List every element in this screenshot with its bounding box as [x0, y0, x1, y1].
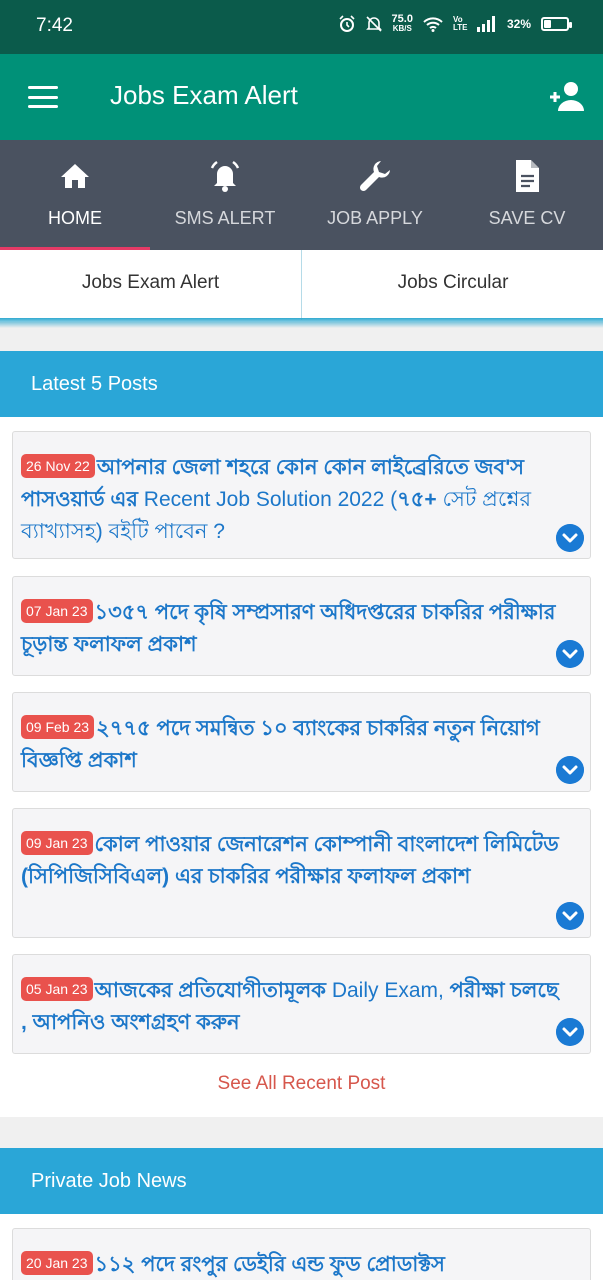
hamburger-menu-icon[interactable]: [28, 86, 58, 108]
nav-label-sms-alert: SMS ALERT: [174, 208, 276, 228]
section-header-latest: Latest 5 Posts: [0, 351, 603, 417]
top-nav: HOME SMS ALERT JOB APPLY SAVE CV: [0, 140, 603, 250]
post-date-badge: 09 Jan 23: [21, 831, 93, 855]
post-date-badge: 20 Jan 23: [21, 1251, 93, 1275]
bell-icon: [210, 160, 240, 192]
post-date-badge: 07 Jan 23: [21, 599, 93, 623]
post-card[interactable]: 26 Nov 22 আপনার জেলা শহরে কোন কোন লাইব্রে…: [12, 431, 591, 559]
chevron-down-icon[interactable]: [556, 902, 584, 930]
document-icon: [516, 160, 539, 192]
section-header-private: Private Job News: [0, 1148, 603, 1214]
net-speed-unit: KB/S: [392, 24, 412, 33]
battery-icon: [541, 17, 572, 31]
post-date-badge: 05 Jan 23: [21, 977, 93, 1001]
status-time: 7:42: [36, 15, 73, 36]
latest-posts-section: Latest 5 Posts 26 Nov 22 আপনার জেলা শহরে …: [0, 351, 603, 1117]
wifi-icon: [423, 17, 443, 32]
post-title-text: আজকের প্রতিযোগীতামূলক: [94, 979, 326, 1002]
home-icon: [61, 164, 89, 188]
post-title-text: ৭৫+: [397, 488, 437, 511]
post-title: 26 Nov 22 আপনার জেলা শহরে কোন কোন লাইব্রে…: [21, 452, 560, 548]
see-all-link[interactable]: See All Recent Post: [0, 1073, 603, 1095]
post-title-text: ২৭৭৫ পদে সমন্বিত ১০ ব্যাংকের চাকরির নতুন…: [21, 717, 540, 772]
nav-item-home[interactable]: HOME: [0, 140, 150, 250]
battery-percent: 32%: [506, 17, 531, 31]
nav-label-job-apply: JOB APPLY: [327, 208, 423, 228]
volte-label: Vo LTE: [452, 15, 468, 32]
post-card[interactable]: 09 Feb 23 ২৭৭৫ পদে সমন্বিত ১০ ব্যাংকের চা…: [12, 692, 591, 792]
nav-item-save-cv[interactable]: SAVE CV: [452, 140, 602, 250]
wrench-icon: [359, 161, 390, 192]
post-title-text: ১৩৫৭ পদে কৃষি সম্প্রসারণ অধিদপ্তরের চাকর…: [21, 601, 556, 656]
nav-label-home: HOME: [48, 208, 102, 228]
signal-icon: [476, 16, 495, 32]
post-title: 09 Jan 23 কোল পাওয়ার জেনারেশন কোম্পানী ব…: [21, 829, 560, 893]
post-title: 07 Jan 23 ১৩৫৭ পদে কৃষি সম্প্রসারণ অধিদপ্…: [21, 597, 560, 661]
nav-item-job-apply[interactable]: JOB APPLY: [300, 140, 450, 250]
post-title: 09 Feb 23 ২৭৭৫ পদে সমন্বিত ১০ ব্যাংকের চা…: [21, 713, 560, 777]
post-title-text: কোল পাওয়ার জেনারেশন কোম্পানী বাংলাদেশ ল…: [21, 833, 559, 888]
tab-jobs-exam-alert[interactable]: Jobs Exam Alert: [0, 250, 302, 320]
tab-shadow: [0, 318, 603, 328]
post-card[interactable]: 07 Jan 23 ১৩৫৭ পদে কৃষি সম্প্রসারণ অধিদপ্…: [12, 576, 591, 676]
post-title-text: Recent Job Solution 2022 (: [137, 488, 398, 511]
post-title-text: Daily Exam,: [325, 979, 444, 1002]
net-speed: 75.0 KB/S: [392, 14, 413, 34]
post-title-text: ১১২ পদে রংপুর ডেইরি এন্ড ফুড প্রোডাক্টস: [94, 1253, 445, 1276]
post-date-badge: 09 Feb 23: [21, 715, 95, 739]
tab-jobs-circular[interactable]: Jobs Circular: [302, 250, 603, 320]
nav-label-save-cv: SAVE CV: [488, 208, 566, 228]
status-icons: 75.0 KB/S Vo LTE 32%: [338, 14, 572, 34]
status-bar: 7:42 75.0 KB/S Vo LTE 32%: [0, 0, 603, 54]
post-card[interactable]: 05 Jan 23 আজকের প্রতিযোগীতামূলক Daily Exa…: [12, 954, 591, 1054]
post-card[interactable]: 20 Jan 23 ১১২ পদে রংপুর ডেইরি এন্ড ফুড প্…: [12, 1228, 591, 1280]
post-title: 05 Jan 23 আজকের প্রতিযোগীতামূলক Daily Exa…: [21, 975, 560, 1039]
mute-bell-icon: [365, 16, 382, 32]
chevron-down-icon[interactable]: [556, 1018, 584, 1046]
post-title: 20 Jan 23 ১১২ পদে রংপুর ডেইরি এন্ড ফুড প্…: [21, 1249, 560, 1280]
alarm-icon: [338, 15, 355, 32]
tab-row: Jobs Exam Alert Jobs Circular: [0, 250, 603, 322]
add-user-icon[interactable]: [549, 80, 585, 112]
chevron-down-icon[interactable]: [556, 640, 584, 668]
nav-item-sms-alert[interactable]: SMS ALERT: [150, 140, 300, 250]
app-bar: Jobs Exam Alert: [0, 54, 603, 140]
post-date-badge: 26 Nov 22: [21, 454, 95, 478]
chevron-down-icon[interactable]: [556, 524, 584, 552]
chevron-down-icon[interactable]: [556, 756, 584, 784]
battery-level: [544, 20, 552, 28]
private-job-news-section: Private Job News 20 Jan 23 ১১২ পদে রংপুর …: [0, 1148, 603, 1280]
net-speed-value: 75.0: [391, 13, 413, 25]
app-title: Jobs Exam Alert: [110, 80, 298, 110]
post-card[interactable]: 09 Jan 23 কোল পাওয়ার জেনারেশন কোম্পানী ব…: [12, 808, 591, 938]
